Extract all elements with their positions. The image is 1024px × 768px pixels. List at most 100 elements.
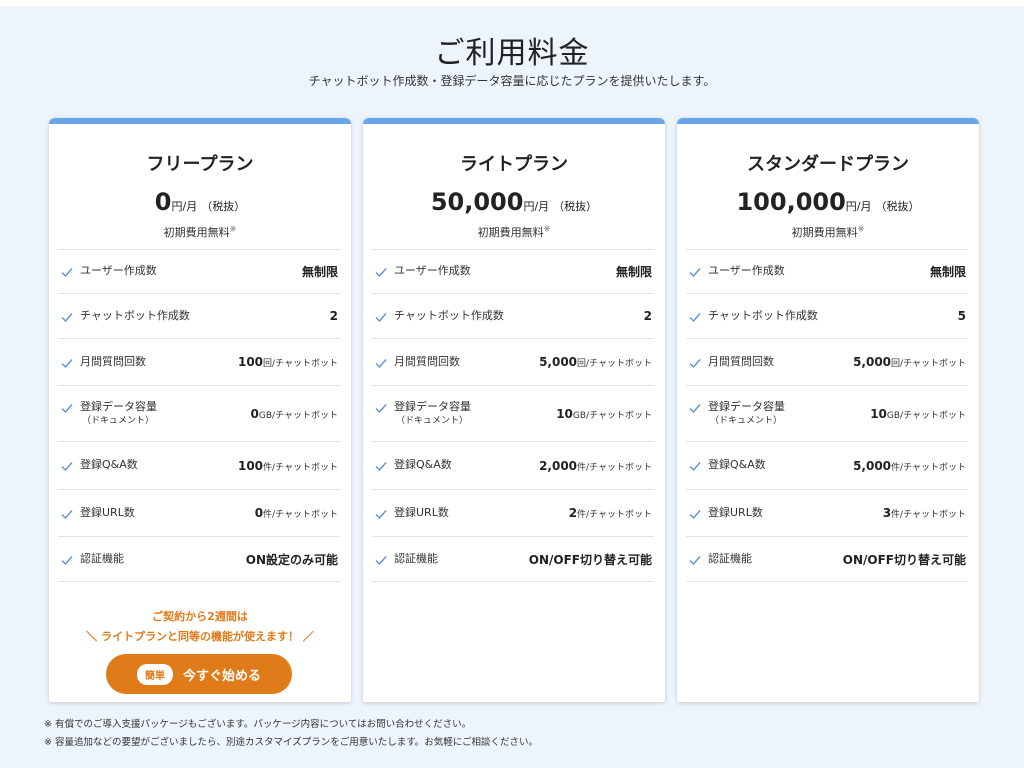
check-icon (61, 462, 73, 472)
feature-value-unit: 回/チャットボット (263, 359, 338, 369)
feature-row: 登録URL数 0件/チャットボット (58, 490, 340, 537)
feature-row: 認証機能 ON設定のみ可能 (58, 537, 340, 582)
feature-value-number: 100 (237, 355, 264, 369)
easy-badge: 簡単 (136, 663, 173, 685)
plan-card-light: ライトプラン 50,000円/月 （税抜） 初期費用無料※ ユーザー作成数 無制限 チャット… (363, 118, 665, 702)
feature-value-number: 0 (250, 406, 259, 421)
feature-value-number: ON/OFF切り替え可能 (842, 552, 966, 567)
plan-price: 0円/月 （税抜） (49, 188, 351, 216)
feature-value-number: 10 (870, 406, 887, 421)
feature-label-text: 月間質問回数 (394, 354, 460, 368)
feature-label: ユーザー作成数 (394, 264, 471, 278)
feature-label-text: 登録データ容量 (394, 399, 471, 413)
feature-value: 無制限 (616, 263, 652, 280)
feature-label-text: 登録URL数 (708, 505, 763, 519)
plan-price: 50,000円/月 （税抜） (363, 188, 665, 216)
feature-row: ユーザー作成数 無制限 (58, 250, 340, 294)
feature-value: 10GB/チャットボット (556, 407, 652, 421)
feature-label-text: 認証機能 (80, 551, 124, 565)
feature-row: 登録Q&A数 5,000件/チャットボット (686, 442, 968, 490)
feature-value-number: 2 (568, 506, 578, 520)
promo-text: ＼ ライトプランと同等の機能が使えます！ ／ (86, 630, 314, 643)
feature-label: 登録データ容量 （ドキュメント） (394, 400, 471, 428)
feature-label: 認証機能 (80, 552, 124, 566)
feature-label-text: 登録Q&A数 (80, 458, 138, 471)
feature-label: 登録データ容量 （ドキュメント） (80, 400, 157, 428)
feature-value-number: 100 (237, 458, 264, 473)
feature-list: ユーザー作成数 無制限 チャットボット作成数 2 月間質問回数 100回/チャットボット登… (58, 249, 340, 582)
initial-fee-text: 初期費用無料 (477, 226, 544, 239)
initial-fee-mark: ※ (857, 224, 865, 234)
price-amount: 0 (154, 188, 172, 216)
feature-label: 認証機能 (708, 552, 752, 566)
feature-row: ユーザー作成数 無制限 (686, 250, 968, 294)
feature-value-unit: GB/チャットボット (258, 410, 338, 421)
feature-label-text: チャットボット作成数 (80, 308, 190, 322)
feature-value-number: ON設定のみ可能 (245, 552, 338, 567)
feature-label-text: 認証機能 (708, 551, 752, 565)
feature-label-text: 登録データ容量 (80, 399, 157, 413)
feature-label: チャットボット作成数 (394, 309, 504, 323)
feature-value: 0件/チャットボット (255, 506, 338, 520)
feature-value-unit: 件/チャットボット (577, 462, 652, 473)
check-icon (375, 403, 387, 413)
feature-row: 登録データ容量 （ドキュメント） 0GB/チャットボット (58, 386, 340, 442)
pricing-page: ご利用料金 チャットボット作成数・登録データ容量に応じたプランを提供いたします。… (0, 6, 1024, 768)
feature-value-number: 5,000 (853, 355, 892, 369)
feature-value-unit: 件/チャットボット (891, 510, 966, 520)
feature-label-text: ユーザー作成数 (394, 264, 471, 277)
feature-label: 月間質問回数 (80, 355, 146, 369)
feature-value: ON/OFF切り替え可能 (529, 551, 652, 568)
check-icon (689, 509, 701, 519)
feature-row: チャットボット作成数 5 (686, 294, 968, 339)
feature-label: チャットボット作成数 (708, 309, 818, 323)
feature-value: 10GB/チャットボット (870, 407, 966, 421)
price-tax-note: （税抜） (201, 200, 246, 213)
check-icon (689, 312, 701, 322)
feature-label-text: チャットボット作成数 (708, 308, 818, 322)
check-icon (689, 555, 701, 565)
feature-label: 月間質問回数 (708, 355, 774, 369)
footnotes: ※ 有償でのご導入支援パッケージもございます。パッケージ内容についてはお問い合わ… (44, 716, 538, 752)
footnote: ※ 有償でのご導入支援パッケージもございます。パッケージ内容についてはお問い合わ… (44, 719, 472, 730)
feature-value: 0GB/チャットボット (251, 407, 338, 421)
feature-value: 3件/チャットボット (883, 506, 966, 520)
initial-fee-mark: ※ (229, 224, 237, 234)
feature-value: 100件/チャットボット (238, 459, 338, 473)
plan-name: ライトプラン (460, 154, 568, 175)
feature-value: 無制限 (302, 263, 338, 280)
feature-row: 登録データ容量 （ドキュメント） 10GB/チャットボット (372, 386, 654, 442)
feature-label-text: チャットボット作成数 (394, 308, 504, 322)
price-unit: 円/月 (523, 200, 550, 213)
feature-row: 登録データ容量 （ドキュメント） 10GB/チャットボット (686, 386, 968, 442)
feature-row: 認証機能 ON/OFF切り替え可能 (372, 537, 654, 582)
check-icon (61, 403, 73, 413)
check-icon (689, 358, 701, 368)
feature-value-unit: 件/チャットボット (891, 462, 966, 473)
feature-value: 5 (958, 309, 966, 323)
feature-row: チャットボット作成数 2 (372, 294, 654, 339)
feature-list: ユーザー作成数 無制限チャットボット作成数 5 月間質問回数 5,000回/チャットボッ… (686, 249, 968, 582)
feature-label: チャットボット作成数 (80, 309, 190, 323)
feature-value: 2 (644, 309, 652, 323)
feature-label: ユーザー作成数 (708, 264, 785, 278)
feature-value-unit: 回/チャットボット (891, 359, 966, 369)
feature-label: ユーザー作成数 (80, 264, 157, 278)
feature-value-number: 3 (882, 506, 892, 520)
check-icon (375, 268, 387, 278)
check-icon (375, 555, 387, 565)
feature-label-text: 認証機能 (394, 551, 438, 565)
feature-value-unit: 件/チャットボット (263, 462, 338, 473)
feature-row: 認証機能 ON/OFF切り替え可能 (686, 537, 968, 582)
feature-row: チャットボット作成数 2 (58, 294, 340, 339)
start-now-button[interactable]: 簡単 今すぐ始める (106, 654, 292, 694)
check-icon (61, 268, 73, 278)
feature-value-unit: 件/チャットボット (577, 510, 652, 520)
feature-value-unit: GB/チャットボット (572, 410, 652, 421)
initial-fee-text: 初期費用無料 (163, 226, 230, 239)
feature-row: 月間質問回数 5,000回/チャットボット (686, 339, 968, 386)
feature-value-number: 無制限 (615, 265, 652, 279)
start-now-label: 今すぐ始める (182, 667, 261, 683)
feature-value-number: 無制限 (301, 265, 338, 279)
feature-label-text: 月間質問回数 (708, 354, 774, 368)
